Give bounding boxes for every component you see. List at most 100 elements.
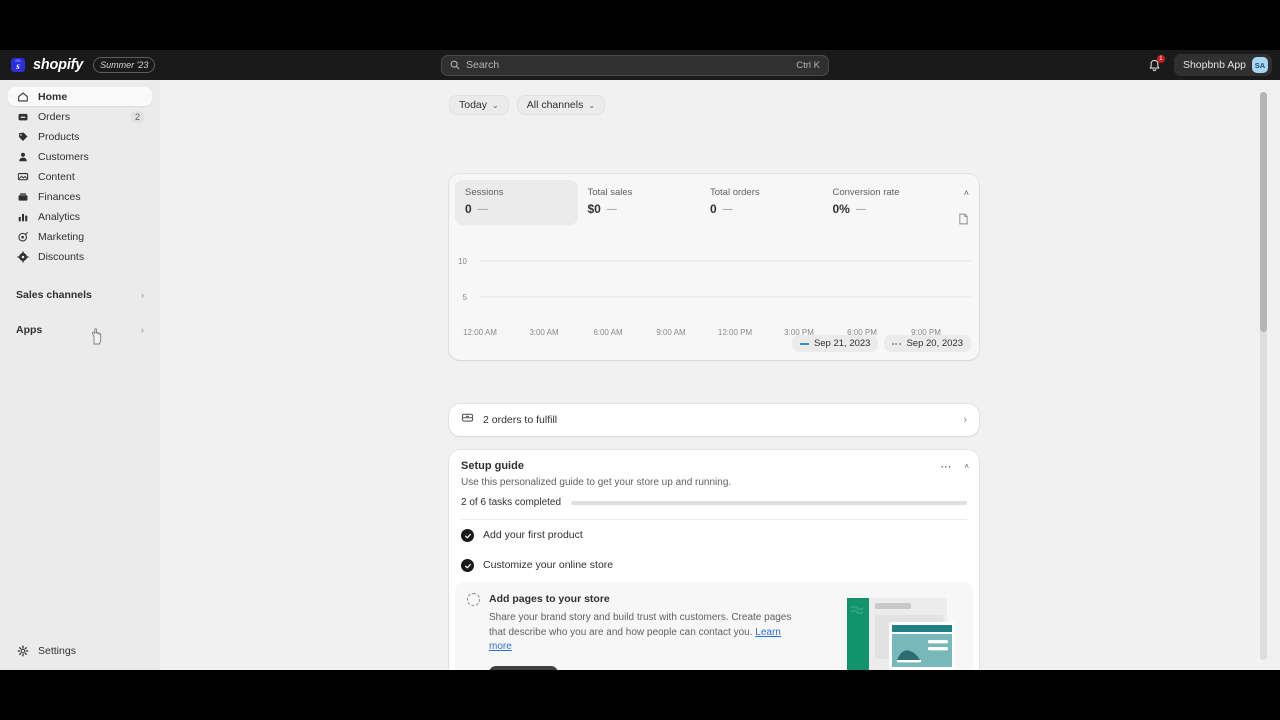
metrics-row: Sessions 0 — Total sales $0 — Total orde… <box>449 174 979 225</box>
check-circle-icon <box>461 529 474 542</box>
orders-to-fulfill-banner[interactable]: 2 orders to fulfill › <box>449 404 979 436</box>
metric-delta: — <box>855 203 866 215</box>
notifications-button[interactable]: 1 <box>1144 55 1166 75</box>
legend-item-compare[interactable]: Sep 20, 2023 <box>884 335 971 352</box>
setup-guide-subtitle: Use this personalized guide to get your … <box>461 477 732 488</box>
mouse-cursor <box>89 327 105 352</box>
metric-conversion-rate[interactable]: Conversion rate 0% — <box>823 180 946 225</box>
orders-icon <box>16 110 29 123</box>
setup-guide-title: Setup guide <box>461 460 524 472</box>
progress-label: 2 of 6 tasks completed <box>461 497 562 508</box>
vertical-scrollbar[interactable] <box>1260 92 1267 660</box>
browser-viewport: s shopify Summer '23 Search Ctrl K 1 Sho… <box>0 50 1280 670</box>
chevron-down-icon: ⌄ <box>492 100 499 110</box>
orders-count-badge: 2 <box>130 110 144 123</box>
circle-dashed-icon[interactable] <box>467 593 480 606</box>
version-badge: Summer '23 <box>93 57 156 73</box>
chart-svg: 10 5 0 <box>458 257 971 337</box>
sidebar-group-sales-channels[interactable]: Sales channels › <box>8 285 152 304</box>
y-tick: 5 <box>463 293 468 302</box>
setup-guide-menu-button[interactable]: ⋯ <box>940 460 952 473</box>
metric-total-orders[interactable]: Total orders 0 — <box>700 180 823 225</box>
metric-label: Total orders <box>710 187 760 198</box>
sidebar-item-customers[interactable]: Customers <box>8 147 152 166</box>
search-icon <box>450 60 460 70</box>
search-shortcut: Ctrl K <box>796 59 820 71</box>
shopify-logo[interactable]: s shopify Summer '23 <box>0 57 156 73</box>
sidebar-item-finances[interactable]: Finances <box>8 187 152 206</box>
sessions-chart: 10 5 0 12:00 AM 3:00 AM 6:00 AM 9:00 AM <box>449 222 979 337</box>
setup-progress: 2 of 6 tasks completed <box>461 497 967 508</box>
search-placeholder: Search <box>466 59 500 71</box>
content-icon <box>16 170 29 183</box>
home-icon <box>16 90 29 103</box>
chart-legend: Sep 21, 2023 Sep 20, 2023 <box>791 335 971 352</box>
sidebar-item-settings[interactable]: Settings <box>8 641 84 660</box>
collapse-analytics-button[interactable]: ˄ <box>964 188 969 198</box>
avatar: SA <box>1252 57 1268 73</box>
filter-bar: Today ⌄ All channels ⌄ <box>449 95 606 115</box>
setup-task-item[interactable]: Add your first product <box>449 520 979 550</box>
top-bar: s shopify Summer '23 Search Ctrl K 1 Sho… <box>0 50 1280 80</box>
metric-delta: — <box>722 203 733 215</box>
chevron-right-icon: › <box>963 414 967 426</box>
analytics-card: Sessions 0 — Total sales $0 — Total orde… <box>449 174 979 360</box>
svg-text:s: s <box>15 61 20 71</box>
main-content: Today ⌄ All channels ⌄ Sessions 0 — Tota… <box>160 80 1270 670</box>
metric-value: 0 <box>710 202 717 216</box>
marketing-icon <box>16 230 29 243</box>
sidebar-item-label: Finances <box>38 190 81 203</box>
sidebar-item-marketing[interactable]: Marketing <box>8 227 152 246</box>
sidebar-item-label: Content <box>38 170 75 183</box>
add-pages-button[interactable]: Add pages <box>489 665 559 670</box>
brand-name: shopify <box>33 57 84 73</box>
task-body: Add pages to your store Share your brand… <box>489 592 805 670</box>
sidebar-item-analytics[interactable]: Analytics <box>8 207 152 226</box>
metric-delta: — <box>477 203 488 215</box>
sidebar-group-apps[interactable]: Apps › <box>8 320 152 339</box>
metric-total-sales[interactable]: Total sales $0 — <box>578 180 701 225</box>
orders-banner-text: 2 orders to fulfill <box>483 414 558 426</box>
finances-icon <box>16 190 29 203</box>
settings-label: Settings <box>38 644 76 657</box>
sidebar-item-label: Orders <box>38 110 71 123</box>
sidebar-group-label: Apps <box>16 323 43 336</box>
channel-filter[interactable]: All channels ⌄ <box>516 95 606 115</box>
package-icon <box>461 411 474 429</box>
sidebar-item-label: Home <box>38 90 68 103</box>
task-description: Share your brand story and build trust w… <box>489 611 799 655</box>
check-circle-icon <box>461 559 474 572</box>
sidebar-item-products[interactable]: Products <box>8 127 152 146</box>
divider <box>461 519 967 520</box>
sidebar-group-label: Sales channels <box>16 288 92 301</box>
setup-task-item[interactable]: Customize your online store <box>449 550 979 580</box>
search-input[interactable]: Search Ctrl K <box>441 54 829 76</box>
legend-line-solid-icon <box>799 342 809 345</box>
legend-label: Sep 20, 2023 <box>906 338 963 349</box>
legend-line-dotted-icon <box>892 342 902 345</box>
x-tick: 12:00 AM <box>463 328 497 337</box>
sidebar-item-label: Products <box>38 130 80 143</box>
gear-icon <box>16 644 29 657</box>
legend-item-current[interactable]: Sep 21, 2023 <box>791 335 879 352</box>
discounts-icon <box>16 250 29 263</box>
customers-icon <box>16 150 29 163</box>
task-title: Add your first product <box>483 529 583 541</box>
sidebar-item-home[interactable]: Home <box>8 87 152 106</box>
collapse-setup-guide-button[interactable]: ˄ <box>964 462 969 471</box>
x-tick: 12:00 PM <box>718 328 753 337</box>
task-title: Add pages to your store <box>489 593 610 605</box>
setup-guide-card: Setup guide Use this personalized guide … <box>449 450 979 670</box>
sidebar-item-content[interactable]: Content <box>8 167 152 186</box>
metric-label: Total sales <box>587 187 633 198</box>
chevron-down-icon: ⌄ <box>588 100 596 110</box>
x-tick: 9:00 AM <box>656 328 686 337</box>
scrollbar-thumb[interactable] <box>1260 92 1267 332</box>
sidebar-item-orders[interactable]: Orders 2 <box>8 107 152 126</box>
y-tick: 10 <box>458 257 467 266</box>
metric-sessions[interactable]: Sessions 0 — <box>455 180 578 225</box>
user-menu-button[interactable]: Shopbnb App SA <box>1173 54 1272 76</box>
setup-task-item-expanded[interactable]: Add pages to your store Share your brand… <box>455 582 973 670</box>
date-range-filter[interactable]: Today ⌄ <box>449 95 509 115</box>
sidebar-item-discounts[interactable]: Discounts <box>8 247 152 266</box>
